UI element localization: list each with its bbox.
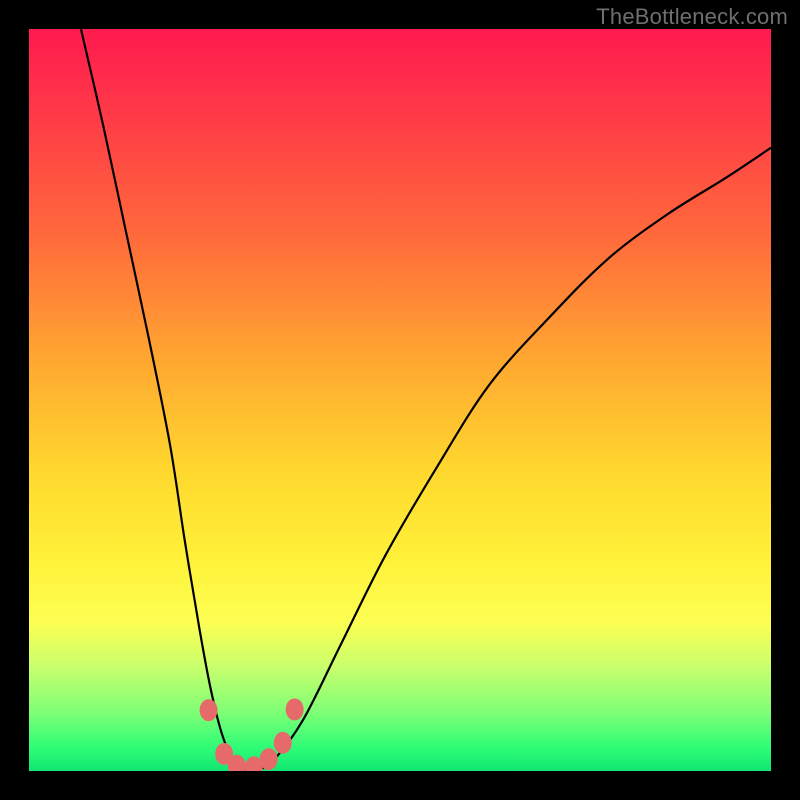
curve-path [81,29,771,771]
data-marker [286,698,304,720]
plot-area [29,29,771,771]
watermark-text: TheBottleneck.com [596,4,788,30]
data-marker [274,732,292,754]
marker-group [200,698,304,771]
chart-frame: TheBottleneck.com [0,0,800,800]
data-marker [260,748,278,770]
bottleneck-curve [29,29,771,771]
data-marker [200,699,218,721]
